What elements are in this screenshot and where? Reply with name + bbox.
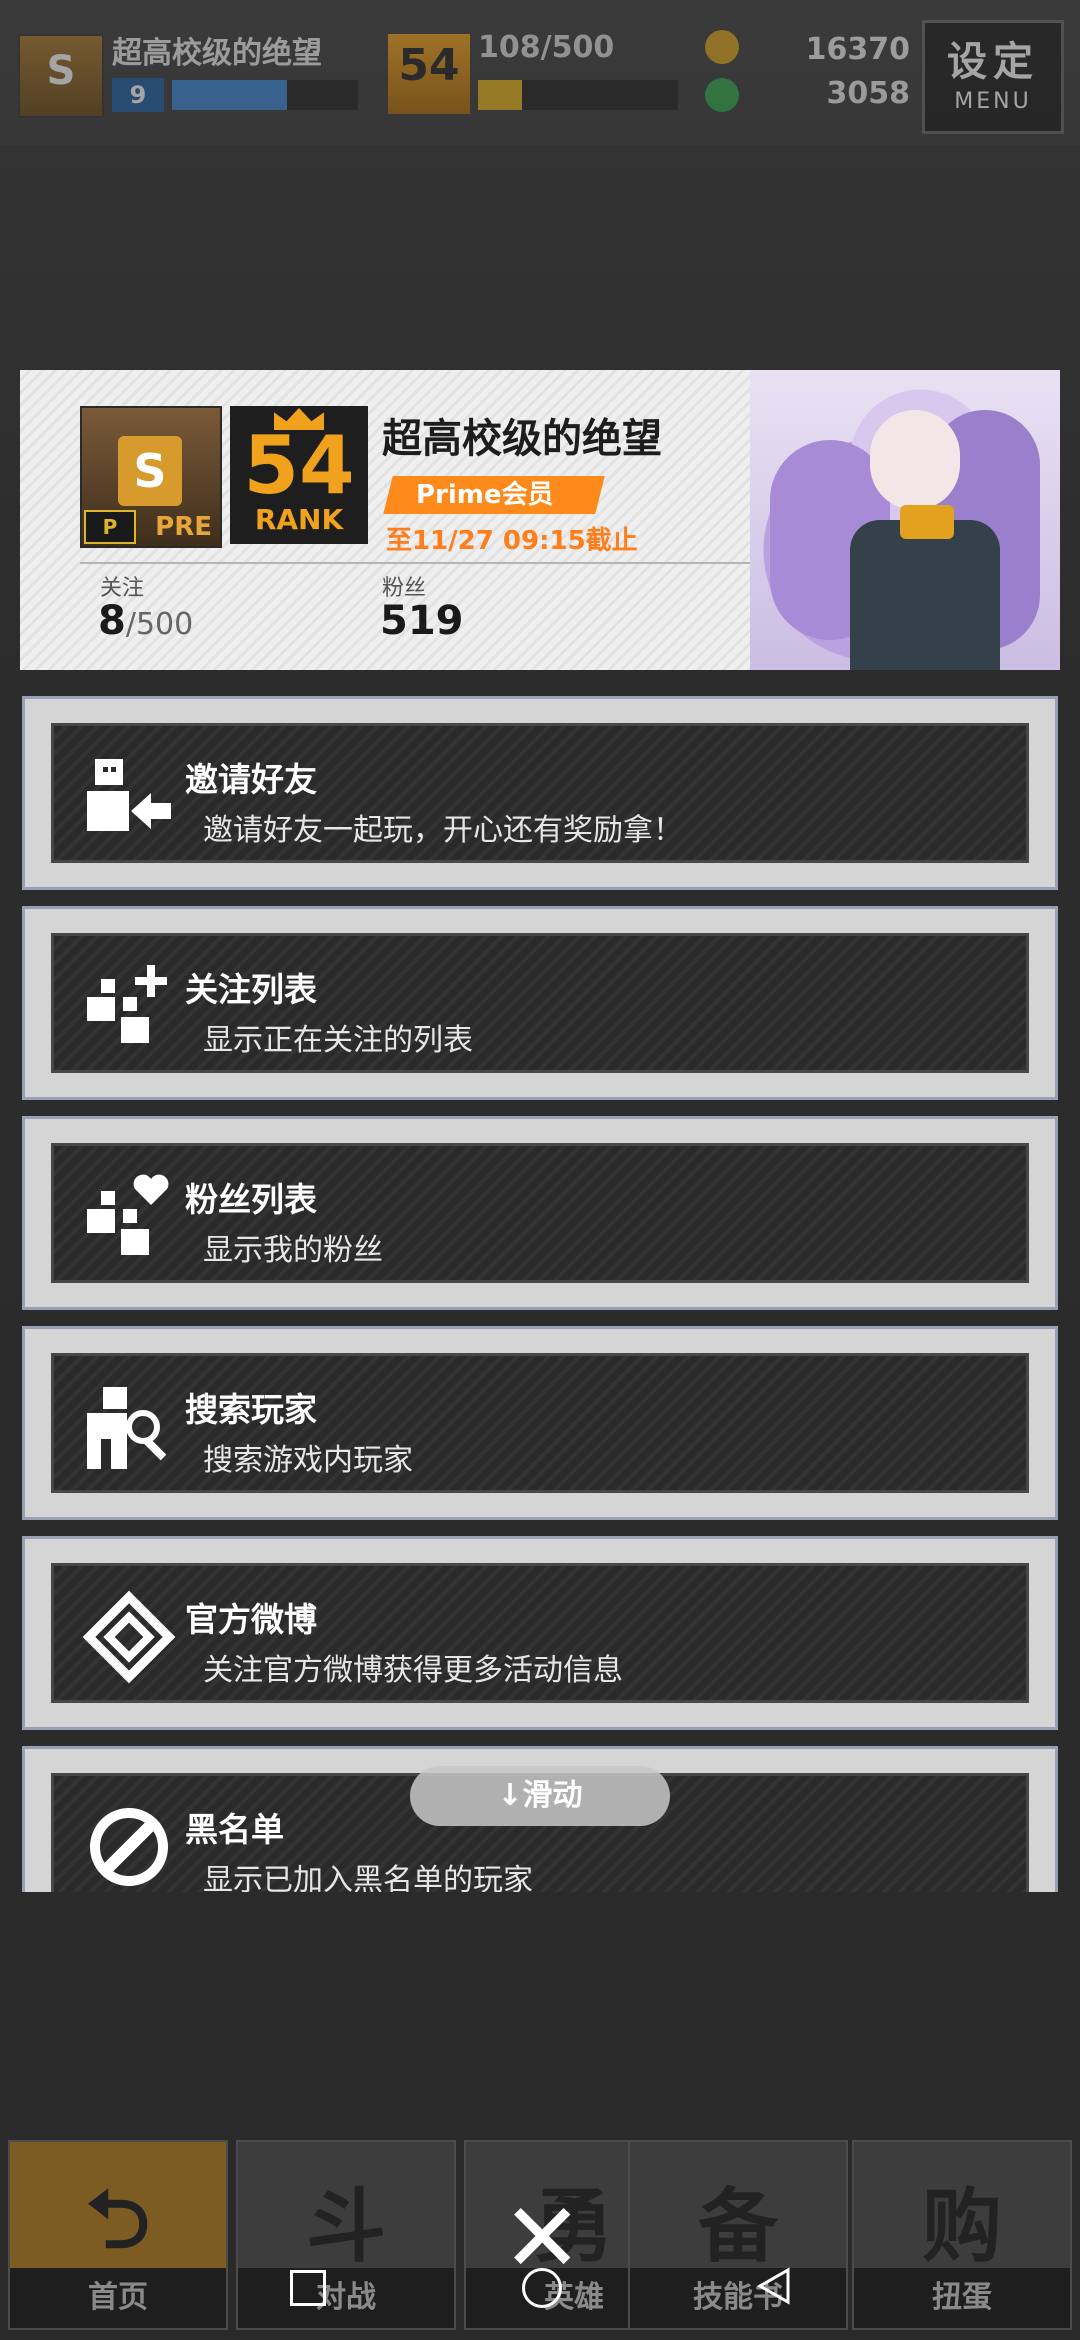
search-player-item[interactable]: 搜索玩家 搜索游戏内玩家 [22, 1326, 1058, 1520]
menu-desc: 邀请好友一起玩，开心还有奖励拿！ [203, 813, 683, 848]
menu-title: 关注列表 [185, 970, 317, 1009]
gold-coin-icon [705, 30, 739, 64]
menu-desc: 显示正在关注的列表 [203, 1023, 473, 1058]
rank-progress-bar [478, 80, 678, 110]
circle-icon [522, 2268, 562, 2308]
currency-values: 16370 3058 [806, 28, 910, 116]
badge-sub-text: PRE [155, 512, 212, 542]
follow-max: /500 [125, 607, 194, 642]
settings-menu-button[interactable]: 设定 MENU [922, 20, 1064, 134]
level-badge: S [18, 34, 104, 118]
social-menu-list: 邀请好友 邀请好友一起玩，开心还有奖励拿！ 关注列表 显示正在关注的列表 粉丝列… [22, 696, 1058, 1892]
settings-label: 设定 [947, 39, 1039, 85]
back-button[interactable] [740, 2252, 810, 2322]
follow-count-value: 8 [98, 598, 126, 644]
character-avatar [750, 370, 1060, 670]
fans-list-icon [81, 1169, 177, 1265]
level-badge-letter: S [46, 48, 76, 94]
menu-title: 黑名单 [185, 1810, 284, 1849]
rank-badge: 54 RANK [230, 406, 368, 544]
official-weibo-item[interactable]: 官方微博 关注官方微博获得更多活动信息 [22, 1536, 1058, 1730]
xp-bar [172, 80, 358, 110]
menu-title: 搜索玩家 [185, 1390, 317, 1429]
rank-label: RANK [254, 503, 344, 536]
prime-member-tag: Prime会员 [383, 476, 605, 514]
menu-desc: 搜索游戏内玩家 [203, 1443, 413, 1478]
invite-friend-icon [81, 749, 177, 845]
follow-list-item[interactable]: 关注列表 显示正在关注的列表 [22, 906, 1058, 1100]
back-triangle-icon [756, 2267, 790, 2305]
hud-level-number: 9 [112, 78, 164, 112]
gem-icon [705, 78, 739, 112]
profile-card: S PRE P 54 RANK 超高校级的绝望 Prime会员 至11/27 0… [20, 370, 1060, 670]
menu-label: MENU [954, 89, 1032, 114]
weibo-icon [81, 1589, 177, 1685]
prime-level-badge: S PRE P [80, 406, 222, 548]
recent-apps-button[interactable] [272, 2252, 342, 2322]
gold-amount: 16370 [805, 32, 910, 67]
home-button[interactable] [506, 2252, 576, 2322]
square-icon [290, 2270, 326, 2306]
blacklist-icon [81, 1799, 177, 1892]
scroll-hint: ↓滑动 [410, 1766, 670, 1826]
screen: S 超高校级的绝望 9 54 108/500 16370 3058 设定 MEN… [0, 0, 1080, 2340]
hud-player-name: 超高校级的绝望 [112, 36, 322, 71]
menu-title: 官方微博 [185, 1600, 317, 1639]
follow-list-icon [81, 959, 177, 1055]
menu-desc: 显示我的粉丝 [203, 1233, 383, 1268]
menu-title: 邀请好友 [185, 760, 317, 799]
prime-mark: P [84, 510, 136, 544]
player-name: 超高校级的绝望 [382, 416, 662, 462]
rank-progress-text: 108/500 [478, 30, 615, 65]
system-navigation-bar [0, 2232, 1080, 2340]
menu-desc: 关注官方微博获得更多活动信息 [203, 1653, 623, 1688]
prime-expiry: 至11/27 09:15截止 [386, 526, 638, 556]
hud-rank-badge: 54 [388, 34, 470, 114]
rank-number: 54 [243, 419, 355, 512]
divider [80, 562, 760, 564]
invite-friends-item[interactable]: 邀请好友 邀请好友一起玩，开心还有奖励拿！ [22, 696, 1058, 890]
fans-list-item[interactable]: 粉丝列表 显示我的粉丝 [22, 1116, 1058, 1310]
level-letter: S [118, 436, 182, 506]
fans-count: 519 [380, 598, 464, 644]
hud-rank-number: 54 [398, 40, 460, 91]
gem-amount: 3058 [826, 76, 911, 111]
prime-tag-label: Prime会员 [416, 480, 554, 510]
search-player-icon [81, 1379, 177, 1475]
follow-count: 8/500 [98, 598, 193, 644]
menu-desc: 显示已加入黑名单的玩家 [203, 1863, 533, 1892]
menu-title: 粉丝列表 [185, 1180, 317, 1219]
top-hud: S 超高校级的绝望 9 54 108/500 16370 3058 设定 MEN… [0, 0, 1080, 145]
